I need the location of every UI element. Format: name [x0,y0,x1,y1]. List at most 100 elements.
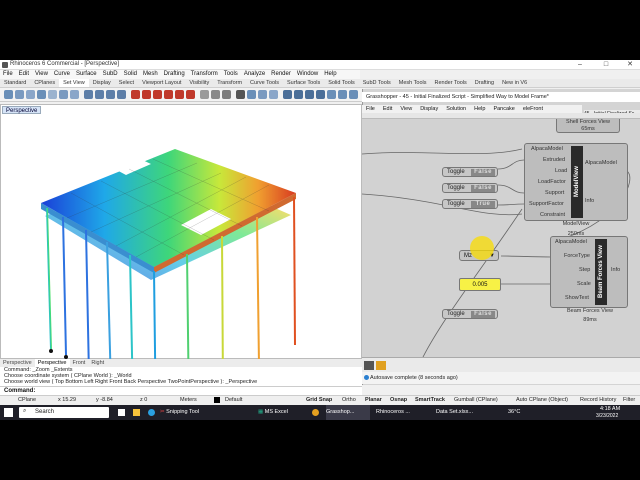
clipping-plane-icon[interactable] [258,90,267,99]
menu-mesh[interactable]: Mesh [140,70,161,79]
tab-visibility[interactable]: Visibility [185,79,213,87]
tab-solid-tools[interactable]: Solid Tools [324,79,359,87]
toggle-planar[interactable]: Planar [365,397,382,403]
maximize-button[interactable]: □ [596,60,616,70]
cplane-indicator[interactable]: CPlane [18,397,36,403]
tilt-view-icon[interactable] [316,90,325,99]
menu-transform[interactable]: Transform [188,70,221,79]
toggle-value[interactable]: False [471,185,495,192]
toggle-value[interactable]: False [471,311,495,318]
toggle-gumball[interactable]: Gumball (CPlane) [454,397,498,403]
menu-subd[interactable]: SubD [100,70,121,79]
menu-analyze[interactable]: Analyze [241,70,268,79]
preview-icon[interactable] [364,361,374,370]
task-view-icon[interactable] [118,409,125,416]
lens-length-icon[interactable] [349,90,358,99]
tab-select[interactable]: Select [115,79,138,87]
clock-date[interactable]: 3/23/2022 [596,413,618,419]
undo-view-icon[interactable] [59,90,68,99]
input-step[interactable]: Step [579,267,590,273]
gh-menu-view[interactable]: View [396,105,416,113]
windows-start-icon[interactable] [4,408,13,417]
car-view-icon-3[interactable] [153,90,162,99]
set-target-icon[interactable] [269,90,278,99]
layer-name[interactable]: Default [225,397,242,403]
scale-number-slider[interactable]: 0.005 [459,278,501,291]
clock-time[interactable]: 4:18 AM [600,406,620,412]
input-loadfactor[interactable]: LoadFactor [538,179,566,185]
toggle-auto-cplane[interactable]: Auto CPlane (Object) [516,397,568,403]
tab-new-in-v6[interactable]: New in V6 [498,79,531,87]
output-info[interactable]: Info [585,198,594,204]
menu-tools[interactable]: Tools [221,70,241,79]
toggle-ortho[interactable]: Ortho [342,397,356,403]
edge-icon[interactable] [148,409,155,416]
redo-view-icon[interactable] [70,90,79,99]
command-prompt[interactable]: Command: [0,386,362,395]
solver-icon[interactable] [376,361,386,370]
tab-viewport-layout[interactable]: Viewport Layout [138,79,185,87]
perspective-view-icon[interactable] [117,90,126,99]
zoom-window-icon[interactable] [15,90,24,99]
chrome-icon[interactable] [312,409,319,416]
viewport-tab-front[interactable]: Front [70,359,89,367]
gh-menu-help[interactable]: Help [470,105,489,113]
rotate-view-icon[interactable] [48,90,57,99]
beam-forces-view-component[interactable]: AlpacaModel ForceType Step Scale ShowTex… [550,236,628,308]
input-forcetype[interactable]: ForceType [564,253,590,259]
input-support[interactable]: Support [545,190,564,196]
input-alpacamodel[interactable]: AlpacaModel [531,146,563,152]
camera-target-icon[interactable] [222,90,231,99]
toggle-grid-snap[interactable]: Grid Snap [306,397,332,403]
car-view-icon-4[interactable] [164,90,173,99]
menu-file[interactable]: File [0,70,16,79]
plan-view-icon[interactable] [283,90,292,99]
viewport-tab-perspective-1[interactable]: Perspective [0,359,35,367]
output-alpacamodel[interactable]: AlpacaModel [585,160,617,166]
elevation-view-icon[interactable] [294,90,303,99]
toggle-load[interactable]: Toggle False [442,183,498,193]
gh-menu-solution[interactable]: Solution [442,105,470,113]
shell-forces-view-component[interactable]: Shell Forces View 65ms [556,119,620,133]
weather-temperature[interactable]: 36°C [508,405,520,420]
input-constraint[interactable]: Constraint [540,212,565,218]
menu-solid[interactable]: Solid [121,70,140,79]
viewport-properties-icon[interactable] [247,90,256,99]
tab-standard[interactable]: Standard [0,79,30,87]
menu-curve[interactable]: Curve [51,70,73,79]
taskbar-search[interactable]: ⌕ Search [19,407,109,418]
toggle-record-history[interactable]: Record History [580,397,616,403]
input-load[interactable]: Load [555,168,567,174]
tab-mesh-tools[interactable]: Mesh Tools [395,79,431,87]
tab-surface-tools[interactable]: Surface Tools [283,79,324,87]
toggle-show-text[interactable]: Toggle False [442,309,498,319]
input-alpacamodel[interactable]: AlpacaModel [555,239,587,245]
front-view-icon[interactable] [95,90,104,99]
camera-icon[interactable] [211,90,220,99]
minimize-button[interactable]: – [570,60,590,70]
named-view-icon[interactable] [200,90,209,99]
top-view-icon[interactable] [84,90,93,99]
car-view-icon-6[interactable] [186,90,195,99]
tab-transform[interactable]: Transform [213,79,246,87]
tab-set-view[interactable]: Set View [59,79,89,87]
zoom-selected-icon[interactable] [26,90,35,99]
toggle-osnap[interactable]: Osnap [390,397,407,403]
taskbar-snipping-tool[interactable]: ✂ Snipping Tool [160,405,208,420]
right-view-icon[interactable] [106,90,115,99]
taskbar-rhinoceros[interactable]: Rhinoceros ... [376,405,432,420]
menu-help[interactable]: Help [321,70,339,79]
output-info[interactable]: Info [611,267,620,273]
modelview-component[interactable]: AlpacaModel Extruded Load LoadFactor Sup… [524,143,628,221]
file-explorer-icon[interactable] [133,409,140,416]
taskbar-grasshopper[interactable]: Grasshop... [326,405,370,420]
tab-drafting[interactable]: Drafting [471,79,498,87]
perspective-viewport[interactable] [0,104,362,434]
gh-menu-display[interactable]: Display [416,105,442,113]
input-extruded[interactable]: Extruded [543,157,565,163]
input-showtext[interactable]: ShowText [565,295,589,301]
car-view-icon-5[interactable] [175,90,184,99]
menu-edit[interactable]: Edit [16,70,32,79]
close-button[interactable]: ✕ [620,60,640,70]
toggle-extruded[interactable]: Toggle False [442,167,498,177]
